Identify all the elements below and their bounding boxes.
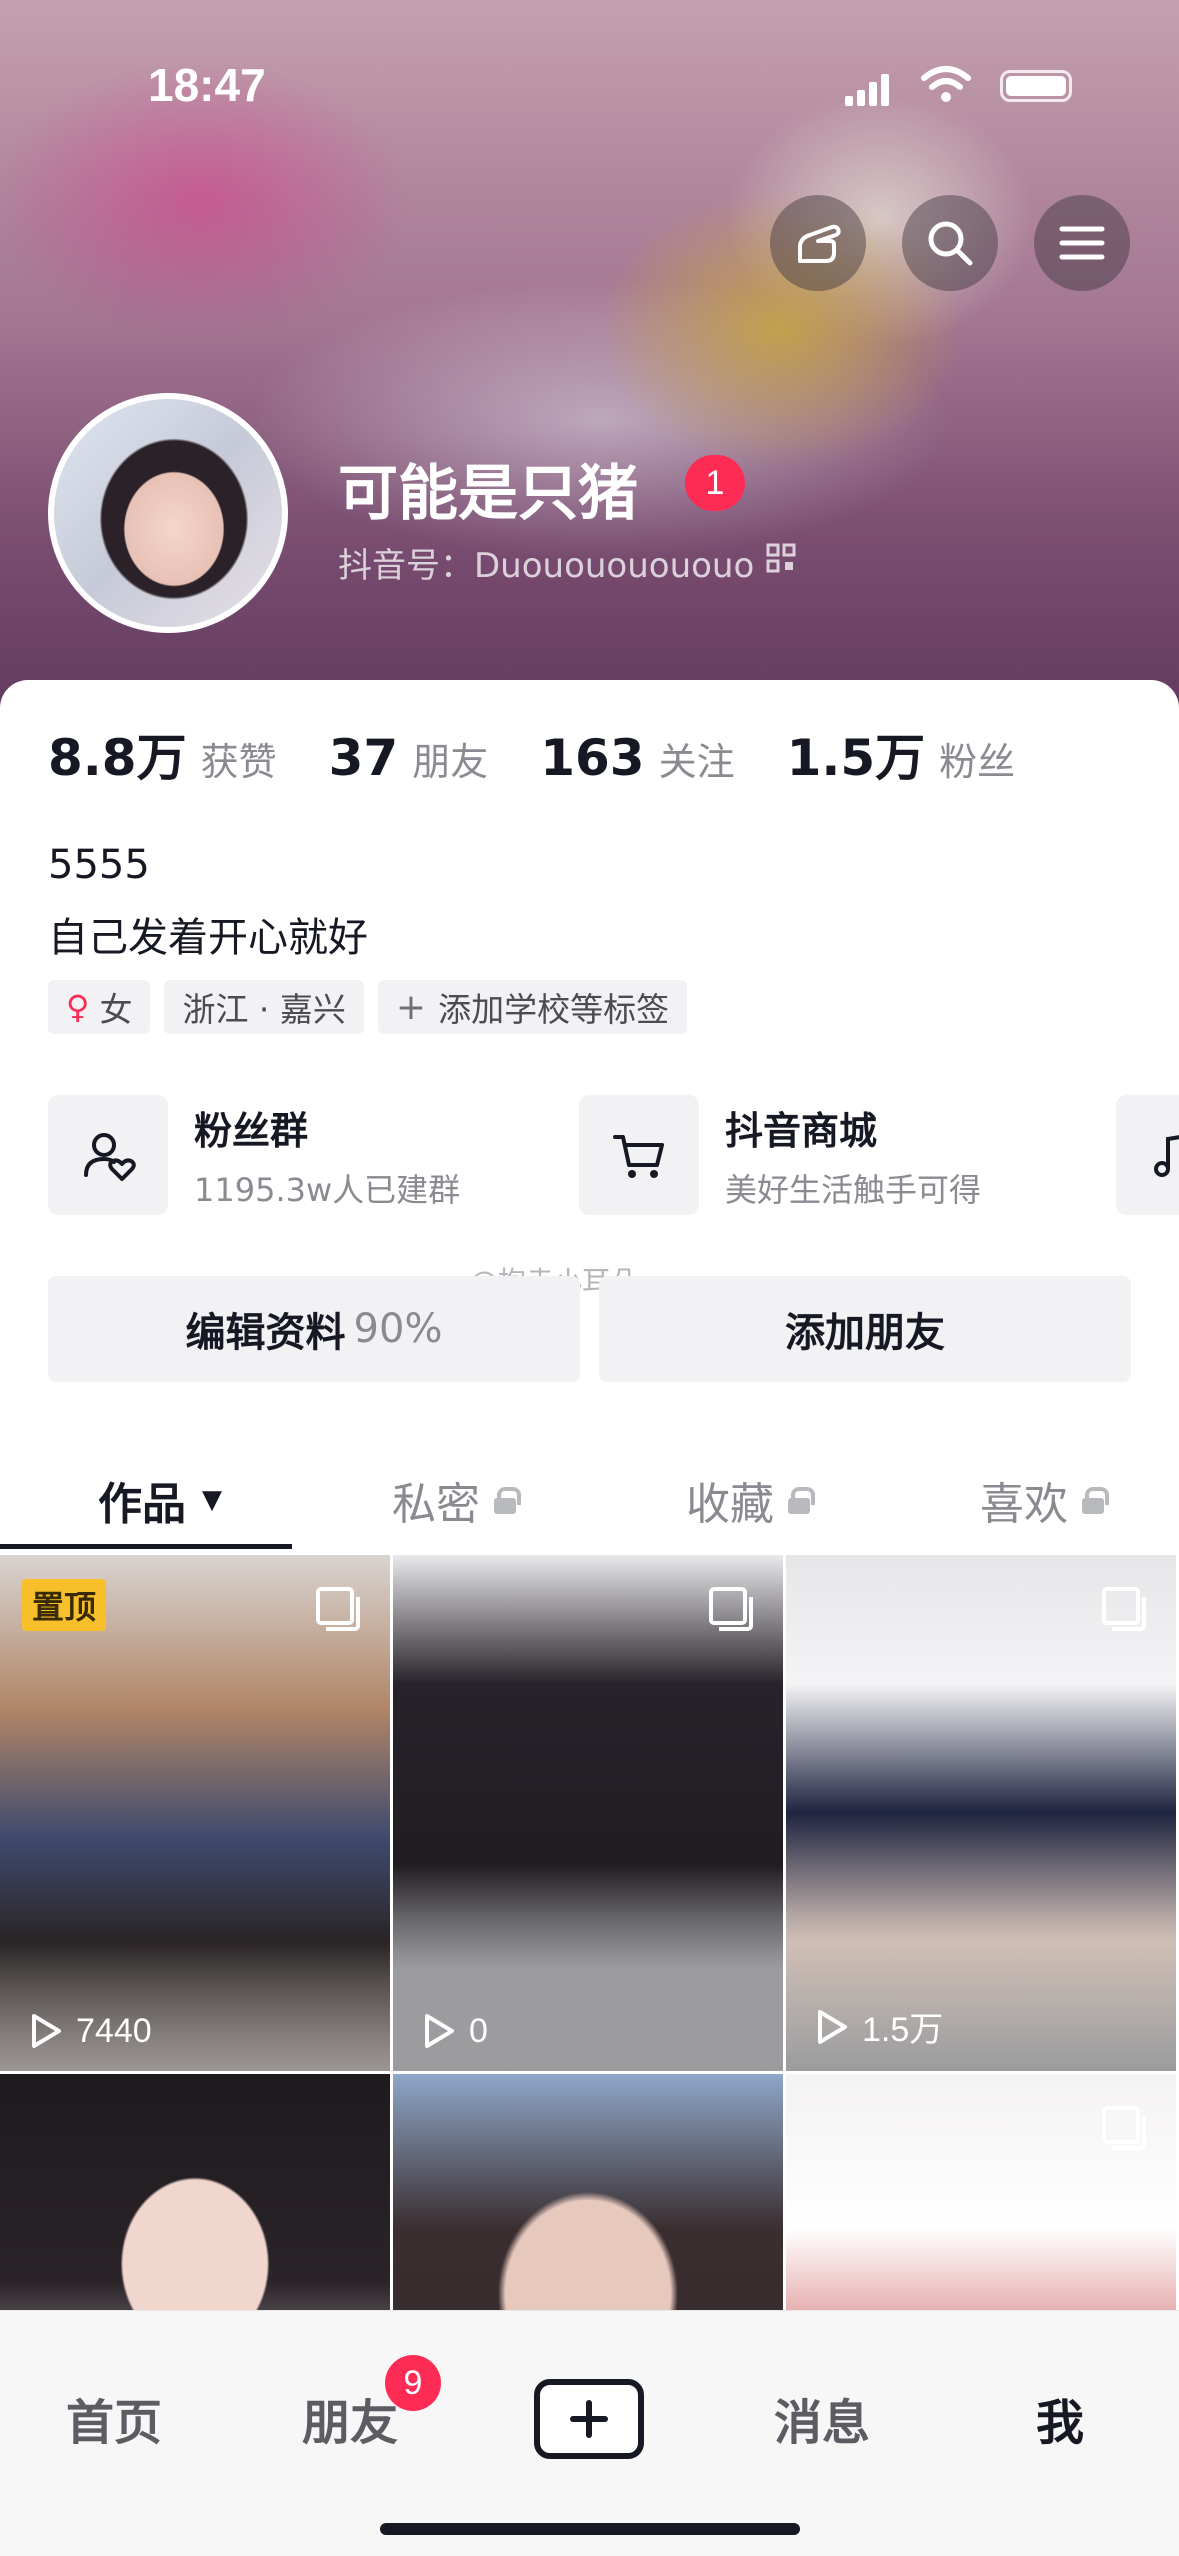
multi-image-icon xyxy=(316,1587,360,1631)
music-note-icon xyxy=(1116,1095,1179,1215)
menu-button[interactable] xyxy=(1034,195,1130,291)
create-button[interactable] xyxy=(534,2379,644,2459)
tab-label: 喜欢 xyxy=(980,1479,1068,1530)
visitor-hand-button[interactable] xyxy=(770,195,866,291)
video-thumbnail[interactable]: 0 xyxy=(393,1555,783,2071)
notification-badge[interactable]: 1 xyxy=(685,455,745,511)
tag-label: 添加学校等标签 xyxy=(438,990,670,1029)
stat-following[interactable]: 163 关注 xyxy=(540,729,734,787)
search-button[interactable] xyxy=(902,195,998,291)
play-count: 0 xyxy=(421,2011,488,2051)
caret-down-icon: ▼ xyxy=(202,1485,222,1515)
bio-line-1: 5555 xyxy=(48,842,150,888)
card-fan-group[interactable]: 粉丝群 1195.3w人已建群 xyxy=(48,1095,460,1215)
stat-label: 关注 xyxy=(658,740,735,784)
nav-messages[interactable]: 消息 xyxy=(774,2383,870,2453)
user-heart-icon xyxy=(48,1095,168,1215)
play-icon xyxy=(425,2014,454,2048)
tag-gender[interactable]: ♀ 女 xyxy=(48,980,151,1034)
multi-image-icon xyxy=(1102,2106,1146,2150)
stat-likes[interactable]: 8.8万 获赞 xyxy=(48,718,277,790)
bio-line-2: 自己发着开心就好 xyxy=(48,915,368,961)
play-icon xyxy=(818,2009,847,2044)
tab-works[interactable]: 作品 ▼ xyxy=(98,1450,222,1550)
tab-private[interactable]: 私密 xyxy=(392,1450,521,1550)
lock-icon xyxy=(494,1487,521,1514)
stat-number: 1.5万 xyxy=(786,729,926,787)
content-tabs: 作品 ▼ 私密 收藏 喜欢 xyxy=(0,1450,1179,1550)
card-music[interactable] xyxy=(1116,1095,1179,1215)
lock-icon xyxy=(788,1487,815,1514)
active-tab-indicator xyxy=(0,1544,292,1549)
stat-friends[interactable]: 37 朋友 xyxy=(329,729,489,787)
card-subtitle: 美好生活触手可得 xyxy=(725,1170,982,1209)
play-count-label: 7440 xyxy=(76,2011,152,2050)
tab-label: 收藏 xyxy=(686,1479,774,1530)
card-douyin-mall[interactable]: 抖音商城 美好生活触手可得 xyxy=(579,1095,981,1215)
tag-label: 浙江 · 嘉兴 xyxy=(182,990,346,1029)
friends-badge: 9 xyxy=(385,2355,441,2411)
edit-profile-label: 编辑资料 xyxy=(185,1310,346,1356)
video-thumbnail[interactable]: 置顶 7440 xyxy=(0,1555,390,2071)
profile-name: 可能是只猪 xyxy=(338,459,638,529)
stat-label: 粉丝 xyxy=(939,740,1016,784)
tab-label: 私密 xyxy=(392,1479,480,1530)
pinned-badge: 置顶 xyxy=(22,1579,107,1631)
play-icon xyxy=(32,2014,61,2048)
stat-number: 163 xyxy=(540,729,645,787)
add-friend-label: 添加朋友 xyxy=(785,1310,945,1356)
hand-point-icon xyxy=(798,224,841,263)
avatar[interactable] xyxy=(48,393,288,633)
cart-icon xyxy=(579,1095,699,1215)
stat-followers[interactable]: 1.5万 粉丝 xyxy=(787,718,1016,790)
stat-number: 8.8万 xyxy=(48,729,187,787)
card-title: 抖音商城 xyxy=(725,1108,878,1153)
tag-location[interactable]: 浙江 · 嘉兴 xyxy=(164,980,364,1034)
lock-icon xyxy=(1082,1487,1109,1514)
play-count: 1.5万 xyxy=(814,2002,943,2051)
menu-icon xyxy=(1059,226,1105,260)
nav-friends[interactable]: 朋友 xyxy=(302,2383,398,2453)
add-friend-button[interactable]: 添加朋友 xyxy=(599,1276,1131,1382)
status-bar: 18:47 xyxy=(0,50,1179,130)
tag-add-school[interactable]: + 添加学校等标签 xyxy=(377,980,688,1034)
stat-number: 37 xyxy=(328,729,399,787)
tag-label: 女 xyxy=(99,990,133,1029)
tab-favorites[interactable]: 收藏 xyxy=(686,1450,815,1550)
cellular-signal-icon xyxy=(845,72,889,106)
home-indicator xyxy=(380,2523,800,2535)
multi-image-icon xyxy=(1102,1587,1146,1631)
plus-icon: + xyxy=(395,986,427,1028)
stat-label: 获赞 xyxy=(200,740,277,784)
stat-label: 朋友 xyxy=(412,740,489,784)
status-time: 18:47 xyxy=(148,59,266,111)
nav-me[interactable]: 我 xyxy=(1036,2383,1084,2453)
profile-tags: ♀ 女 浙江 · 嘉兴 + 添加学校等标签 xyxy=(48,980,701,1034)
stats-row: 8.8万 获赞 37 朋友 163 关注 1.5万 粉丝 xyxy=(48,718,1067,790)
edit-profile-percent: 90% xyxy=(353,1306,443,1352)
wifi-icon xyxy=(921,66,971,102)
tab-likes[interactable]: 喜欢 xyxy=(980,1450,1109,1550)
battery-icon xyxy=(1000,70,1072,102)
nav-home[interactable]: 首页 xyxy=(66,2383,162,2453)
douyin-id[interactable]: 抖音号：Duouououououo xyxy=(338,538,754,587)
play-count-label: 0 xyxy=(469,2011,488,2050)
plus-icon xyxy=(570,2400,608,2438)
edit-profile-button[interactable]: 编辑资料 90% xyxy=(48,1276,580,1382)
play-count-label: 1.5万 xyxy=(862,2011,944,2049)
card-subtitle: 1195.3w人已建群 xyxy=(194,1170,461,1209)
video-thumbnail[interactable]: 1.5万 xyxy=(786,1555,1176,2071)
qr-code-icon[interactable] xyxy=(765,542,797,574)
card-title: 粉丝群 xyxy=(194,1108,309,1153)
multi-image-icon xyxy=(709,1587,753,1631)
profile-sheet: 8.8万 获赞 37 朋友 163 关注 1.5万 粉丝 5555 自己发着开心… xyxy=(0,680,1179,2556)
tab-label: 作品 xyxy=(98,1479,186,1530)
play-count: 7440 xyxy=(28,2011,152,2051)
female-icon: ♀ xyxy=(66,988,90,1026)
bottom-nav: 首页 朋友 9 消息 我 xyxy=(0,2310,1179,2556)
search-icon xyxy=(928,221,973,266)
feature-cards: 粉丝群 1195.3w人已建群 抖音商城 美好生活触手可得 xyxy=(48,1095,1179,1215)
